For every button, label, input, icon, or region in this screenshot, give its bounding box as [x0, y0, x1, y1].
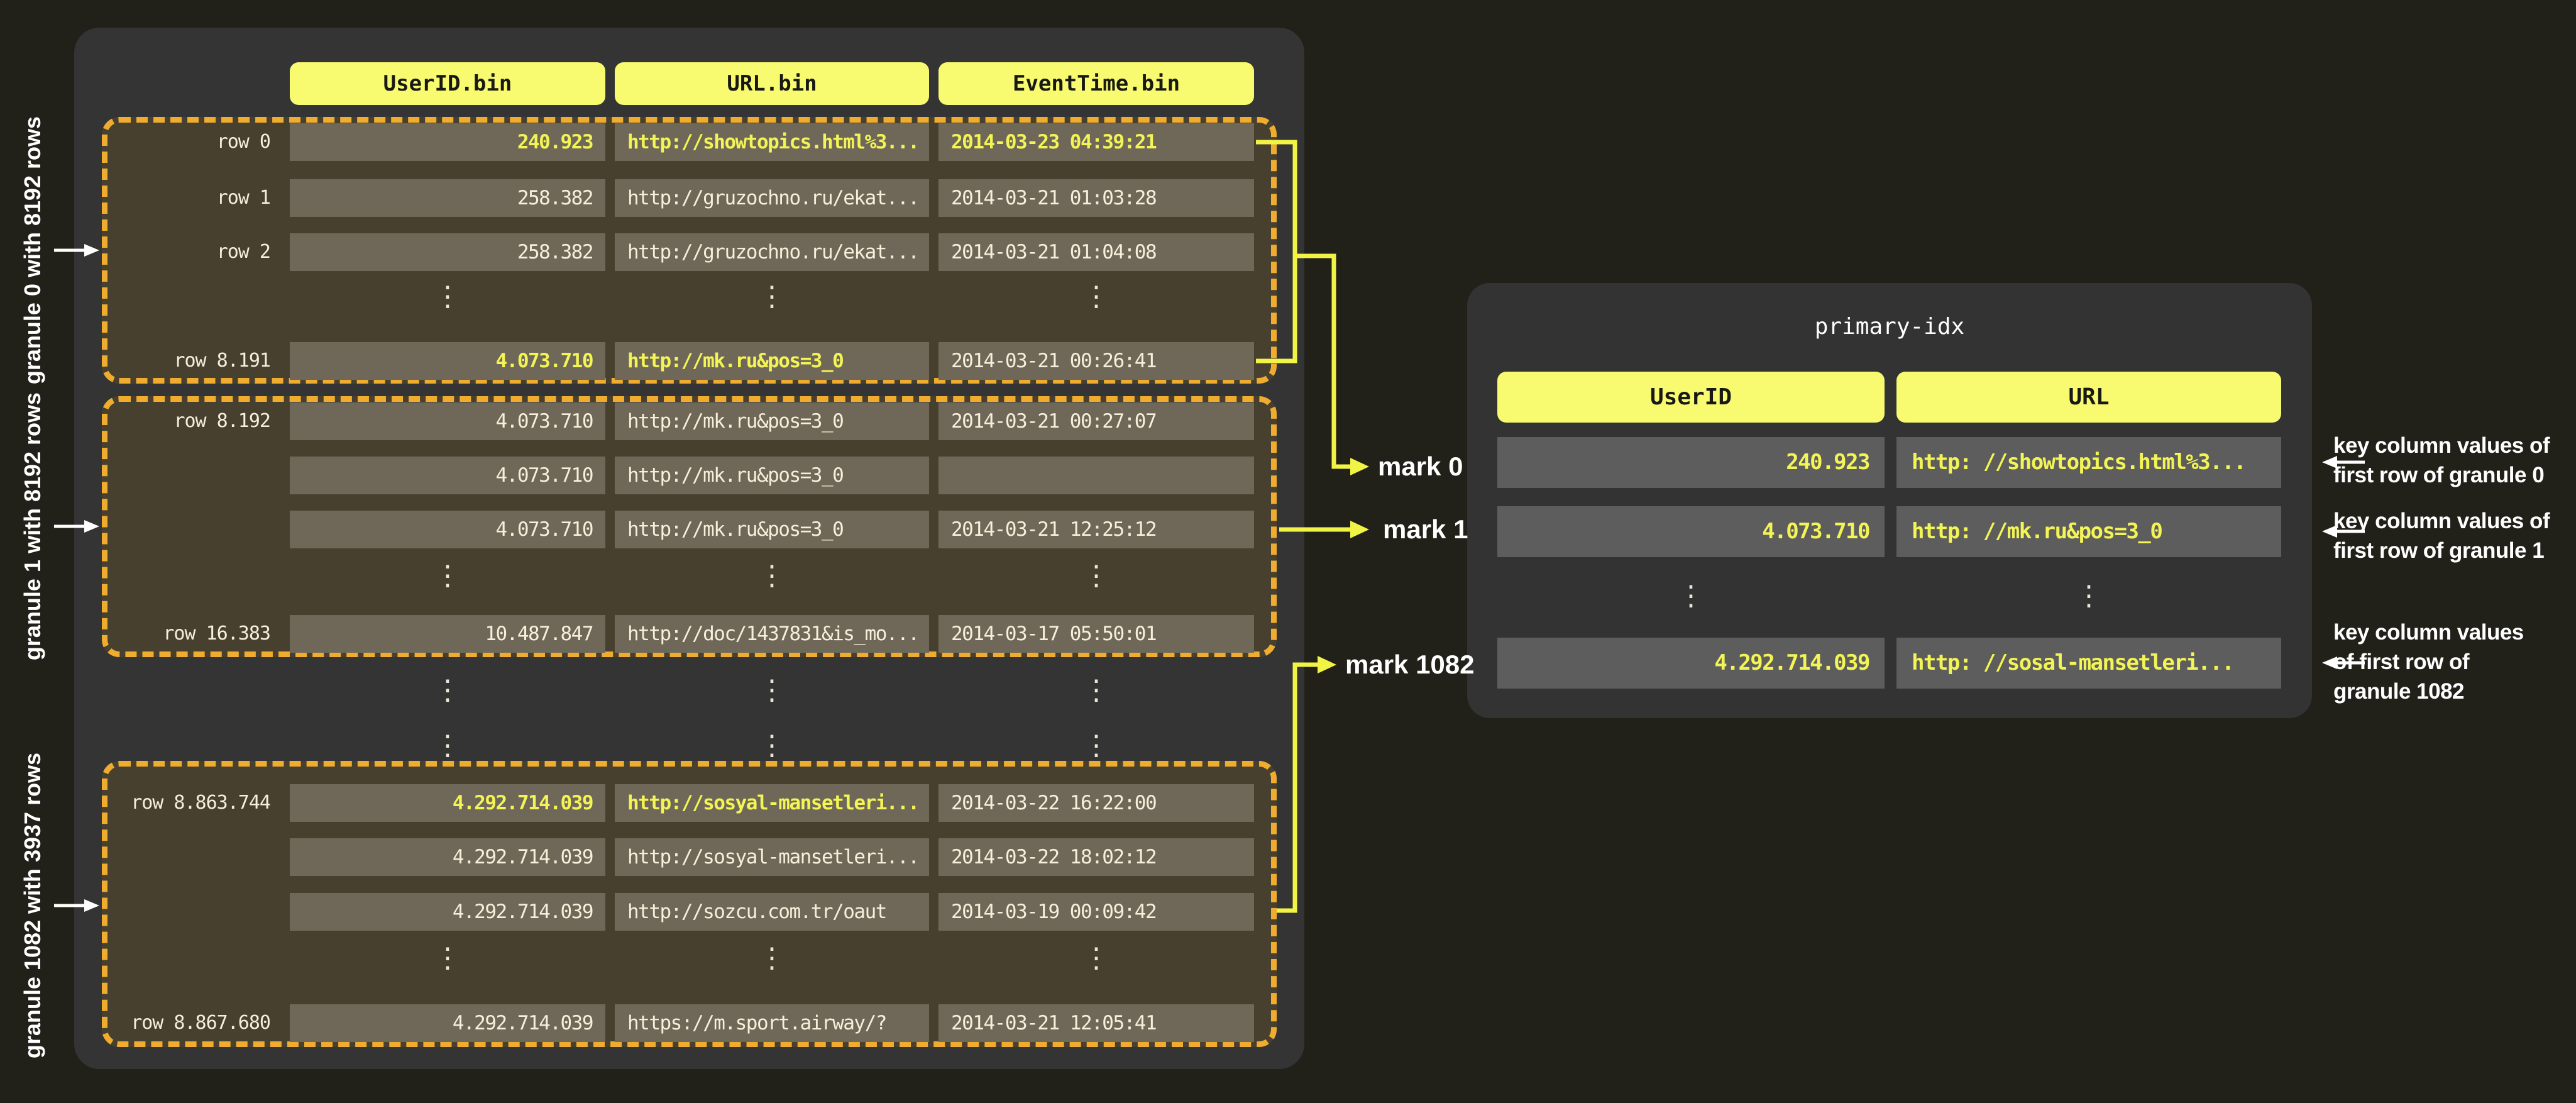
row-label: row 8.191: [94, 342, 270, 380]
cell-userid: 258.382: [290, 179, 605, 217]
cell-url: http://sozcu.com.tr/oaut: [615, 893, 929, 931]
cell-url: http://mk.ru&pos=3_0: [615, 342, 929, 380]
cell-url: http://mk.ru&pos=3_0: [615, 511, 929, 548]
cell-userid: 4.292.714.039: [290, 784, 605, 822]
index-cell-userid: 4.073.710: [1497, 506, 1885, 557]
cell-userid: 4.073.710: [290, 511, 605, 548]
ellipsis: ⋮: [615, 936, 929, 981]
cell-userid: 4.292.714.039: [290, 1004, 605, 1042]
annotation-line: of first row of: [2333, 647, 2572, 677]
annotation-line: first row of granule 0: [2333, 460, 2572, 490]
column-header-userid-bin: UserID.bin: [290, 62, 605, 105]
cell-userid: 10.487.847: [290, 615, 605, 653]
annotation-granule-1082: key column values of first row of granul…: [2333, 618, 2572, 706]
index-header-userid: UserID: [1497, 372, 1885, 423]
column-header-eventtime-bin: EventTime.bin: [938, 62, 1254, 105]
row-label: row 16.383: [94, 615, 270, 653]
cell-eventtime: 2014-03-23 04:39:21: [938, 123, 1254, 161]
ellipsis: ⋮: [290, 274, 605, 319]
index-cell-url: http: //sosal-mansetleri...: [1896, 638, 2281, 689]
ellipsis: ⋮: [290, 553, 605, 599]
mark-1082-arrowhead-icon: [1318, 656, 1336, 673]
ellipsis: ⋮: [1497, 574, 1885, 619]
mark-0-arrowhead-icon: [1350, 458, 1369, 475]
cell-url: http://showtopics.html%3...: [615, 123, 929, 161]
index-cell-userid: 4.292.714.039: [1497, 638, 1885, 689]
ellipsis: ⋮: [615, 723, 929, 768]
cell-eventtime: 2014-03-21 12:25:12: [938, 511, 1254, 548]
cell-userid: 4.073.710: [290, 457, 605, 494]
cell-eventtime-empty: [938, 457, 1254, 494]
diagram-canvas: UserID.bin URL.bin EventTime.bin row 0 2…: [0, 0, 2576, 1103]
cell-url: http://doc/1437831&is_mo...: [615, 615, 929, 653]
cell-eventtime: 2014-03-21 00:27:07: [938, 402, 1254, 440]
annotation-granule-1: key column values of first row of granul…: [2333, 506, 2572, 565]
cell-eventtime: 2014-03-21 00:26:41: [938, 342, 1254, 380]
mark-1-label: mark 1: [1383, 513, 1468, 546]
cell-url: http://mk.ru&pos=3_0: [615, 402, 929, 440]
cell-url: http://gruzochno.ru/ekat...: [615, 233, 929, 271]
row-label: row 8.863.744: [94, 784, 270, 822]
row-label: row 2: [94, 233, 270, 271]
cell-url: http://sosyal-mansetleri...: [615, 784, 929, 822]
cell-url: http://mk.ru&pos=3_0: [615, 457, 929, 494]
granule-0-side-label: granule 0 with 8192 rows: [19, 116, 46, 384]
cell-url: http://sosyal-mansetleri...: [615, 838, 929, 876]
index-cell-url: http: //showtopics.html%3...: [1896, 437, 2281, 488]
column-header-url-bin: URL.bin: [615, 62, 929, 105]
granule-1082-side-label: granule 1082 with 3937 rows: [19, 753, 46, 1058]
row-label: row 8.867.680: [94, 1004, 270, 1042]
index-cell-userid: 240.923: [1497, 437, 1885, 488]
ellipsis: ⋮: [938, 723, 1254, 768]
ellipsis: ⋮: [938, 553, 1254, 599]
cell-url: http://gruzochno.ru/ekat...: [615, 179, 929, 217]
index-header-url: URL: [1896, 372, 2281, 423]
cell-userid: 4.292.714.039: [290, 893, 605, 931]
row-label: row 8.192: [94, 402, 270, 440]
mark-1-arrowhead-icon: [1350, 521, 1369, 538]
cell-userid: 4.073.710: [290, 402, 605, 440]
cell-eventtime: 2014-03-19 00:09:42: [938, 893, 1254, 931]
ellipsis: ⋮: [290, 668, 605, 713]
ellipsis: ⋮: [290, 723, 605, 768]
cell-eventtime: 2014-03-21 01:04:08: [938, 233, 1254, 271]
cell-userid: 258.382: [290, 233, 605, 271]
ellipsis: ⋮: [938, 274, 1254, 319]
annotation-line: first row of granule 1: [2333, 536, 2572, 565]
ellipsis: ⋮: [290, 936, 605, 981]
ellipsis: ⋮: [938, 668, 1254, 713]
cell-userid: 240.923: [290, 123, 605, 161]
cell-eventtime: 2014-03-22 16:22:00: [938, 784, 1254, 822]
mark-0-label: mark 0: [1378, 450, 1463, 483]
annotation-line: key column values of: [2333, 431, 2572, 460]
granule-1-side-label: granule 1 with 8192 rows: [19, 392, 46, 660]
cell-userid: 4.292.714.039: [290, 838, 605, 876]
row-label: row 0: [94, 123, 270, 161]
ellipsis: ⋮: [615, 274, 929, 319]
annotation-granule-0: key column values of first row of granul…: [2333, 431, 2572, 490]
mark-1082-label: mark 1082: [1345, 648, 1475, 681]
cell-url: https://m.sport.airway/?: [615, 1004, 929, 1042]
cell-eventtime: 2014-03-22 18:02:12: [938, 838, 1254, 876]
cell-userid: 4.073.710: [290, 342, 605, 380]
primary-index-title: primary-idx: [1467, 311, 2312, 343]
index-cell-url: http: //mk.ru&pos=3_0: [1896, 506, 2281, 557]
row-label: row 1: [94, 179, 270, 217]
ellipsis: ⋮: [1896, 574, 2281, 619]
ellipsis: ⋮: [615, 553, 929, 599]
annotation-line: granule 1082: [2333, 677, 2572, 706]
ellipsis: ⋮: [615, 668, 929, 713]
ellipsis: ⋮: [938, 936, 1254, 981]
cell-eventtime: 2014-03-17 05:50:01: [938, 615, 1254, 653]
annotation-line: key column values of: [2333, 506, 2572, 536]
cell-eventtime: 2014-03-21 12:05:41: [938, 1004, 1254, 1042]
cell-eventtime: 2014-03-21 01:03:28: [938, 179, 1254, 217]
annotation-line: key column values: [2333, 618, 2572, 647]
